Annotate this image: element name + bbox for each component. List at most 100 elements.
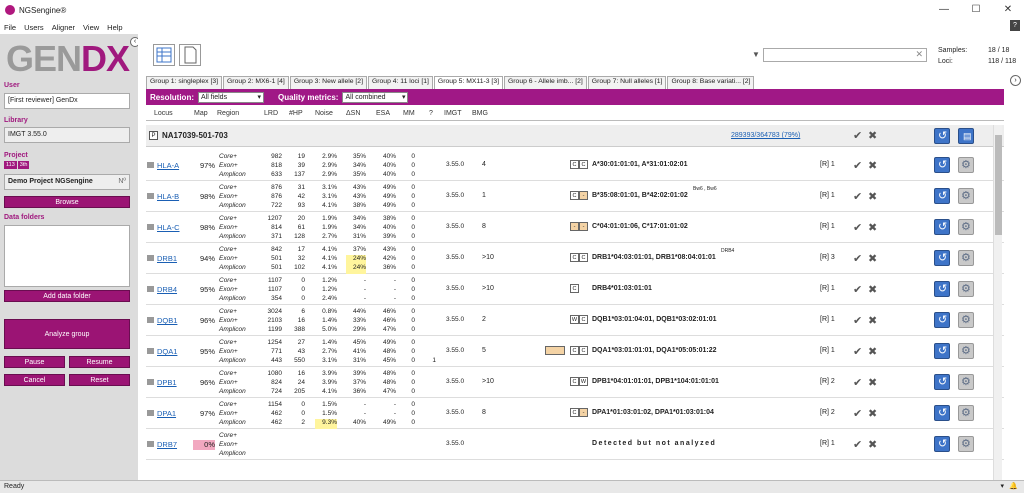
settings-gear-icon[interactable] bbox=[958, 157, 974, 173]
locus-row[interactable]: DRB4 95% Core+ 1107 0 1.2% - -0 Exon+ 1107 0 1.2% - -… bbox=[146, 274, 1004, 305]
reject-icon[interactable]: ✖ bbox=[868, 190, 877, 203]
locus-row[interactable]: DQA1 95% Core+ 1254 27 1.4% 45% 49% 0 Exon+ 771 43 2… bbox=[146, 336, 1004, 367]
scroll-thumb[interactable] bbox=[995, 135, 1002, 235]
dropdown-icon[interactable]: ▾ bbox=[1000, 482, 1004, 490]
user-field[interactable]: [First reviewer] GenDx bbox=[4, 93, 130, 109]
col-bmg[interactable]: BMG bbox=[472, 110, 488, 117]
col-esa[interactable]: ESA bbox=[376, 110, 390, 117]
sample-row[interactable]: P NA17039-501-703 289393/364783 (79%) ✔ … bbox=[146, 125, 1004, 147]
undo-icon[interactable] bbox=[934, 436, 950, 452]
undo-icon[interactable] bbox=[934, 281, 950, 297]
allele-tag[interactable]: - bbox=[579, 408, 588, 417]
reject-icon[interactable]: ✖ bbox=[868, 314, 877, 327]
tab-group-7[interactable]: Group 7: Null alleles [1] bbox=[587, 76, 667, 89]
maximize-button[interactable]: ☐ bbox=[960, 0, 992, 20]
settings-gear-icon[interactable] bbox=[958, 374, 974, 390]
allele-tag[interactable]: C bbox=[579, 253, 588, 262]
approve-icon[interactable]: ✔ bbox=[853, 129, 862, 142]
col-imgt[interactable]: IMGT bbox=[444, 110, 462, 117]
col-locus[interactable]: Locus bbox=[154, 110, 173, 117]
approve-icon[interactable]: ✔ bbox=[853, 314, 862, 327]
quality-select[interactable]: All combined bbox=[342, 91, 409, 103]
tab-group-8[interactable]: Group 8: Base variati... [2] bbox=[667, 76, 755, 89]
allele-tag[interactable]: C bbox=[570, 160, 579, 169]
analyze-group-button[interactable]: Analyze group bbox=[4, 319, 130, 349]
approve-icon[interactable]: ✔ bbox=[853, 190, 862, 203]
col-noise[interactable]: Noise bbox=[315, 110, 333, 117]
bell-icon[interactable]: 🔔 bbox=[1009, 482, 1018, 490]
col-dsn[interactable]: ΔSN bbox=[346, 110, 360, 117]
locus-name[interactable]: DPA1 bbox=[157, 409, 176, 418]
col-mm[interactable]: MM bbox=[403, 110, 415, 117]
locus-row[interactable]: DRB7 0% Core+ Exon+ Amplicon 3.55.0 Detected b… bbox=[146, 429, 1004, 460]
menu-help[interactable]: Help bbox=[107, 23, 122, 32]
menu-file[interactable]: File bbox=[4, 23, 16, 32]
reject-icon[interactable]: ✖ bbox=[868, 252, 877, 265]
locus-row[interactable]: DPB1 96% Core+ 1080 16 3.9% 39% 48% 0 Exon+ 824 24 3… bbox=[146, 367, 1004, 398]
allele-tag[interactable]: W bbox=[579, 377, 588, 386]
reset-button[interactable]: Reset bbox=[69, 374, 130, 386]
allele-tag[interactable]: - bbox=[570, 222, 579, 231]
undo-icon[interactable] bbox=[934, 250, 950, 266]
table-view-button[interactable] bbox=[153, 44, 175, 66]
undo-icon[interactable] bbox=[934, 405, 950, 421]
locus-name[interactable]: DRB7 bbox=[157, 440, 177, 449]
ambiguity-tag-icon[interactable] bbox=[545, 346, 565, 355]
sample-reads-link[interactable]: 289393/364783 (79%) bbox=[731, 132, 800, 139]
reject-icon[interactable]: ✖ bbox=[868, 438, 877, 451]
approve-icon[interactable]: ✔ bbox=[853, 252, 862, 265]
save-icon[interactable] bbox=[958, 128, 974, 144]
approve-icon[interactable]: ✔ bbox=[853, 159, 862, 172]
reject-icon[interactable]: ✖ bbox=[868, 407, 877, 420]
allele-tag[interactable]: C bbox=[579, 346, 588, 355]
cancel-button[interactable]: Cancel bbox=[4, 374, 65, 386]
locus-row[interactable]: HLA-C 98% Core+ 1207 20 1.9% 34% 38% 0 Exon+ 814 61… bbox=[146, 212, 1004, 243]
approve-icon[interactable]: ✔ bbox=[853, 376, 862, 389]
allele-tag[interactable]: - bbox=[579, 222, 588, 231]
search-input[interactable]: ✕ bbox=[763, 48, 927, 62]
minimize-button[interactable]: — bbox=[928, 0, 960, 20]
reject-icon[interactable]: ✖ bbox=[868, 376, 877, 389]
pause-button[interactable]: Pause bbox=[4, 356, 65, 368]
col-question[interactable]: ? bbox=[429, 110, 433, 117]
allele-tag[interactable]: C bbox=[579, 315, 588, 324]
reject-icon[interactable]: ✖ bbox=[868, 129, 877, 142]
locus-name[interactable]: DRB1 bbox=[157, 254, 177, 263]
settings-gear-icon[interactable] bbox=[958, 436, 974, 452]
allele-tag[interactable]: C bbox=[570, 346, 579, 355]
data-folders-list[interactable] bbox=[4, 225, 130, 287]
browse-button[interactable]: Browse bbox=[4, 196, 130, 208]
close-button[interactable]: ✕ bbox=[992, 0, 1024, 20]
resolution-select[interactable]: All fields bbox=[198, 91, 264, 103]
menu-view[interactable]: View bbox=[83, 23, 99, 32]
col-hp[interactable]: #HP bbox=[289, 110, 303, 117]
tab-group-2[interactable]: Group 2: MX6-1 [4] bbox=[223, 76, 289, 89]
locus-name[interactable]: DPB1 bbox=[157, 378, 177, 387]
expand-panel-button[interactable]: › bbox=[1010, 75, 1021, 86]
approve-icon[interactable]: ✔ bbox=[853, 407, 862, 420]
allele-tag[interactable]: C bbox=[579, 160, 588, 169]
approve-icon[interactable]: ✔ bbox=[853, 345, 862, 358]
undo-icon[interactable] bbox=[934, 343, 950, 359]
undo-icon[interactable] bbox=[934, 219, 950, 235]
settings-gear-icon[interactable] bbox=[958, 281, 974, 297]
locus-row[interactable]: HLA-B 98% Core+ 876 31 3.1% 43% 49% 0 Exon+ 876 42 3… bbox=[146, 181, 1004, 212]
tab-group-5[interactable]: Group 5: MX11-3 [3] bbox=[433, 76, 503, 89]
approve-icon[interactable]: ✔ bbox=[853, 438, 862, 451]
settings-gear-icon[interactable] bbox=[958, 405, 974, 421]
project-select[interactable]: Demo Project NGSengine Nº bbox=[4, 174, 130, 190]
settings-gear-icon[interactable] bbox=[958, 188, 974, 204]
approve-icon[interactable]: ✔ bbox=[853, 221, 862, 234]
col-map[interactable]: Map bbox=[194, 110, 208, 117]
locus-name[interactable]: DRB4 bbox=[157, 285, 177, 294]
locus-name[interactable]: HLA-C bbox=[157, 223, 180, 232]
reject-icon[interactable]: ✖ bbox=[868, 345, 877, 358]
tab-group-1[interactable]: Group 1: singleplex [3] bbox=[146, 76, 223, 89]
settings-gear-icon[interactable] bbox=[958, 343, 974, 359]
locus-name[interactable]: HLA-B bbox=[157, 192, 179, 201]
undo-icon[interactable] bbox=[934, 188, 950, 204]
reject-icon[interactable]: ✖ bbox=[868, 283, 877, 296]
locus-row[interactable]: HLA-A 97% Core+ 982 19 2.9% 35% 40% 0 Exon+ 818 39 2… bbox=[146, 150, 1004, 181]
approve-icon[interactable]: ✔ bbox=[853, 283, 862, 296]
allele-tag[interactable]: - bbox=[579, 191, 588, 200]
